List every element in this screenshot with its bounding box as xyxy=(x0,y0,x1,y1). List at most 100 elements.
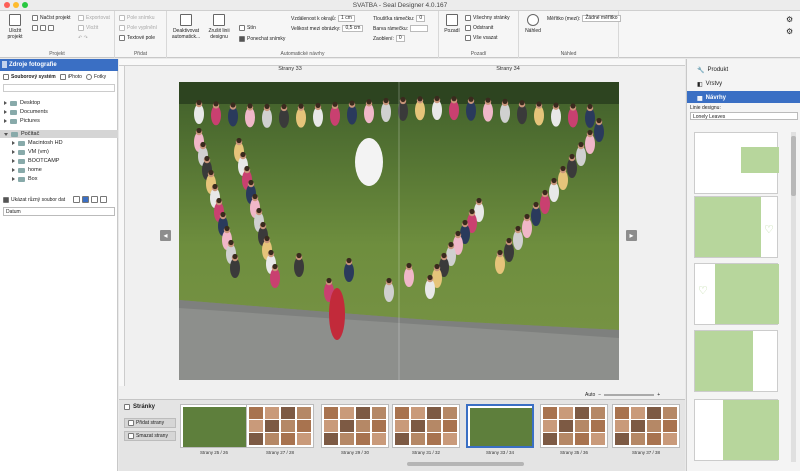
thumbnail-label: Strany 37 / 38 xyxy=(631,450,661,455)
open-project-button[interactable]: Načíst projekt xyxy=(32,15,71,21)
tree-item[interactable]: Box xyxy=(0,175,118,183)
disclosure-triangle-icon[interactable] xyxy=(4,119,7,123)
measure-control: Měřítko (mezi): Žádné měřítko xyxy=(547,15,621,22)
shadow-checkbox[interactable]: Stín xyxy=(239,25,256,31)
design-line-select[interactable]: Lonely Leaves xyxy=(690,112,798,120)
disclosure-triangle-icon[interactable] xyxy=(4,110,7,114)
keep-images-checkbox[interactable]: Ponechat snímky xyxy=(239,36,285,42)
page-thumbnail[interactable]: Strany 29 / 30 xyxy=(321,404,389,458)
panel-collapse-icon[interactable] xyxy=(2,61,7,68)
add-pages-button[interactable]: Přidat strany xyxy=(124,418,176,428)
measure-select[interactable]: Žádné měřítko xyxy=(582,15,621,22)
zoom-plus-icon[interactable]: + xyxy=(657,392,660,398)
path-bar[interactable] xyxy=(3,84,115,92)
photo-sources-header: Zdroje fotografie xyxy=(0,59,118,71)
cancel-design-line-button[interactable]: Zrušit linii designu xyxy=(205,14,233,40)
zoom-slider[interactable] xyxy=(604,394,655,396)
tab-iphoto[interactable]: iPhoto xyxy=(59,74,82,80)
image-distance-input[interactable]: 0,5 cm xyxy=(342,25,364,32)
tab-layers[interactable]: ◧ Vrstvy xyxy=(687,77,800,89)
folder-icon xyxy=(32,15,38,21)
tab-product[interactable]: 🔧 Produkt xyxy=(687,63,800,75)
page-thumbnail[interactable]: Strany 31 / 32 xyxy=(392,404,460,458)
folder-icon xyxy=(18,140,25,146)
tree-item[interactable]: Macintosh HD xyxy=(0,139,118,147)
tree-item-label: Pictures xyxy=(20,118,40,124)
tree-item[interactable]: Pictures xyxy=(0,117,118,125)
expand-icon xyxy=(213,14,225,26)
frame-thickness-control: Tloušťka rámečku: 0 xyxy=(373,15,426,22)
export-button[interactable]: Exportovat xyxy=(78,15,110,21)
fill-field-button[interactable]: Pole vyplnění xyxy=(119,25,157,31)
disclosure-triangle-icon[interactable] xyxy=(12,159,15,163)
heart-leaf-icon: ♡ xyxy=(698,285,708,297)
prev-page-arrow-icon[interactable]: ◂ xyxy=(160,230,171,241)
pages-scrollbar[interactable] xyxy=(407,462,524,466)
view-mode-buttons[interactable] xyxy=(73,196,107,203)
page-thumbnail[interactable]: Strany 27 / 28 xyxy=(246,404,314,458)
tab-photos[interactable]: Fotky xyxy=(85,74,106,80)
remove-background-button[interactable]: Odstranit xyxy=(465,25,493,31)
title-bar: SVATBA - Seal Designer 4.0.167 xyxy=(0,0,800,11)
page-thumbnail[interactable]: Strany 33 / 34 xyxy=(466,404,534,458)
ribbon-group-view: Náhled Měřítko (mezi): Žádné měřítko Náh… xyxy=(519,11,621,58)
page-spread-photo[interactable] xyxy=(179,82,619,380)
sort-select[interactable]: Datum xyxy=(3,207,115,216)
folder-icon xyxy=(10,109,17,115)
all-pages-button[interactable]: Všechny stránky xyxy=(465,15,510,21)
save-project-button[interactable]: Uložit projekt xyxy=(3,14,27,40)
layers-icon: ◧ xyxy=(697,81,703,88)
photo-field-button[interactable]: Pole snímku xyxy=(119,15,155,21)
deactivate-auto-button[interactable]: Deaktivovat automatick... xyxy=(169,14,203,40)
layout-option-2[interactable]: ♡ xyxy=(694,196,778,258)
thumbnail-label: Strany 29 / 30 xyxy=(340,450,370,455)
tree-item[interactable]: Documents xyxy=(0,108,118,116)
disclosure-triangle-icon[interactable] xyxy=(4,132,8,136)
zoom-minus-icon[interactable]: − xyxy=(598,392,601,398)
tree-item[interactable]: BOOTCAMP xyxy=(0,157,118,165)
design-scrollbar[interactable] xyxy=(791,132,796,462)
new-page-buttons[interactable] xyxy=(32,25,54,31)
pages-header: Stránky xyxy=(124,404,155,410)
settings-gear-icon[interactable]: ⚙ xyxy=(786,15,793,24)
insert-button[interactable]: Vložit xyxy=(78,25,98,31)
remove-pages-button[interactable]: Smazat strany xyxy=(124,431,176,441)
page-thumbnail[interactable]: Strany 37 / 38 xyxy=(612,404,680,458)
disclosure-triangle-icon[interactable] xyxy=(12,168,15,172)
background-button[interactable]: Pozadí xyxy=(442,14,462,34)
tab-file-system[interactable]: Souborový systém xyxy=(3,74,56,80)
rounding-input[interactable]: 0 xyxy=(395,35,405,42)
tree-item[interactable]: VM (vm) xyxy=(0,148,118,156)
insert-all-button[interactable]: Vše vsazat xyxy=(465,35,497,41)
page-thumbnail[interactable]: Strany 25 / 26 xyxy=(180,404,248,458)
disclosure-triangle-icon[interactable] xyxy=(12,177,15,181)
photo-sources-panel: Zdroje fotografie Souborový systém iPhot… xyxy=(0,59,118,471)
folder-icon xyxy=(10,100,17,106)
layout-option-5[interactable] xyxy=(694,399,779,461)
disclosure-triangle-icon[interactable] xyxy=(4,101,7,105)
page-thumbnail[interactable]: Strany 35 / 36 xyxy=(540,404,608,458)
disclosure-triangle-icon[interactable] xyxy=(12,141,15,145)
zoom-value[interactable]: Auto xyxy=(585,392,595,398)
tab-designs[interactable]: ▦ Návrhy xyxy=(687,91,800,103)
frame-thickness-input[interactable]: 0 xyxy=(416,15,426,22)
undo-redo-buttons[interactable]: ↶ ↷ xyxy=(78,35,88,41)
folder-icon xyxy=(18,158,25,164)
tree-item[interactable]: home xyxy=(0,166,118,174)
layout-option-4[interactable] xyxy=(694,330,778,392)
text-field-button[interactable]: Textové pole xyxy=(119,35,155,41)
thumbnail-label: Strany 27 / 28 xyxy=(265,450,295,455)
next-page-arrow-icon[interactable]: ▸ xyxy=(626,230,637,241)
layout-option-1[interactable] xyxy=(694,132,779,194)
preview-button[interactable]: Náhled xyxy=(522,14,544,34)
help-icon[interactable]: ⚙ xyxy=(786,27,793,36)
tree-item[interactable]: Desktop xyxy=(0,99,118,107)
edge-distance-input[interactable]: 1 cm xyxy=(338,15,355,22)
frame-color-picker[interactable] xyxy=(410,25,429,32)
show-types-checkbox[interactable]: Ukázat různý soubor dat xyxy=(3,197,65,203)
vertical-ruler xyxy=(119,66,125,386)
layout-option-3[interactable]: ♡ xyxy=(694,263,779,325)
disclosure-triangle-icon[interactable] xyxy=(12,150,15,154)
tree-item[interactable]: Počítač xyxy=(0,130,118,138)
insert-icon xyxy=(78,25,84,31)
